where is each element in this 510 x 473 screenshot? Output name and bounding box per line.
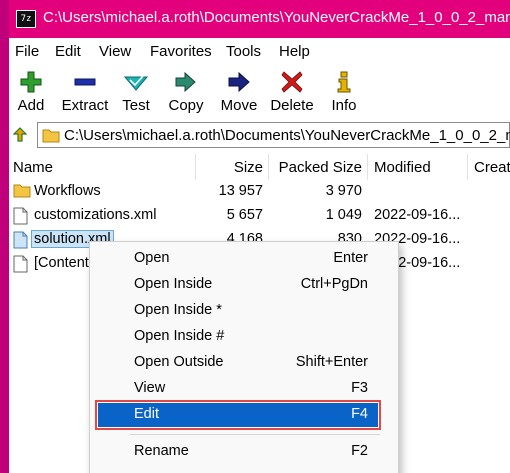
header-size[interactable]: Size [195, 159, 263, 176]
menu-item-shortcut: F4 [351, 406, 368, 422]
path-input[interactable]: C:\Users\michael.a.roth\Documents\YouNev… [37, 122, 510, 148]
copy-arrow-icon [175, 71, 196, 93]
title-bar[interactable]: 7z C:\Users\michael.a.roth\Documents\You… [9, 0, 510, 38]
context-menu: Open Enter Open Inside Ctrl+PgDn Open In… [89, 241, 399, 473]
header-divider[interactable] [367, 154, 368, 180]
menu-item-open-outside[interactable]: Open Outside Shift+Enter [98, 351, 378, 375]
header-divider[interactable] [467, 154, 468, 180]
header-packed-size[interactable]: Packed Size [268, 159, 362, 176]
menu-item-open-inside-star[interactable]: Open Inside * [98, 299, 378, 323]
menu-item-label: Open Outside [134, 354, 224, 370]
info-button[interactable]: Info [327, 68, 361, 120]
menu-help[interactable]: Help [279, 43, 310, 60]
add-button[interactable]: Add [13, 68, 49, 120]
move-button[interactable]: Move [217, 68, 261, 120]
file-icon [13, 255, 28, 273]
menu-item-open-inside[interactable]: Open Inside Ctrl+PgDn [98, 273, 378, 297]
menu-item-open-inside-hash[interactable]: Open Inside # [98, 325, 378, 349]
menu-item-label: Open Inside # [134, 328, 225, 344]
list-item[interactable]: customizations.xml 5 657 1 049 2022-09-1… [9, 204, 510, 228]
up-folder-icon[interactable] [11, 126, 29, 144]
delete-button[interactable]: Delete [267, 68, 317, 120]
menu-item-label: Rename [134, 443, 189, 459]
folder-icon [42, 129, 60, 143]
menu-item-shortcut: Shift+Enter [295, 354, 368, 370]
menu-favorites[interactable]: Favorites [150, 43, 212, 60]
column-headers: Name Size Packed Size Modified Creat [9, 154, 510, 180]
file-size: 13 957 [218, 183, 263, 199]
copy-label: Copy [168, 97, 204, 114]
delete-label: Delete [270, 97, 314, 114]
menu-item-label: Edit [134, 406, 159, 422]
header-name[interactable]: Name [13, 159, 53, 176]
menu-edit[interactable]: Edit [55, 43, 81, 60]
file-icon [13, 207, 28, 225]
header-modified[interactable]: Modified [374, 159, 431, 176]
menu-view[interactable]: View [99, 43, 131, 60]
copy-button[interactable]: Copy [165, 68, 207, 120]
file-packed-size: 1 049 [325, 207, 362, 223]
menu-item-shortcut: Ctrl+PgDn [300, 276, 368, 292]
file-size: 5 657 [226, 207, 263, 223]
background-window-strip [0, 0, 9, 473]
menu-item-view[interactable]: View F3 [98, 377, 378, 401]
menu-file[interactable]: File [15, 43, 39, 60]
menu-item-open[interactable]: Open Enter [98, 247, 378, 271]
file-packed-size: 3 970 [325, 183, 362, 199]
checkmark-icon [124, 75, 148, 91]
menu-item-rename[interactable]: Rename F2 [98, 440, 378, 464]
menu-item-label: View [134, 380, 166, 396]
menu-item-label: Open [134, 250, 170, 266]
delete-x-icon [281, 71, 303, 93]
seven-zip-window: 7z C:\Users\michael.a.roth\Documents\You… [9, 0, 510, 473]
test-button[interactable]: Test [118, 68, 154, 120]
file-name: Workflows [34, 183, 101, 199]
menu-item-label: Open Inside [134, 276, 213, 292]
address-bar: C:\Users\michael.a.roth\Documents\YouNev… [9, 122, 510, 148]
test-label: Test [122, 97, 150, 114]
toolbar: Add Extract Test Copy Move Delete Info [9, 64, 510, 122]
plus-icon [20, 71, 42, 93]
move-label: Move [220, 97, 258, 114]
menu-item-shortcut: F3 [351, 380, 368, 396]
extract-button[interactable]: Extract [58, 68, 112, 120]
move-arrow-icon [228, 71, 250, 93]
info-icon [337, 71, 351, 93]
window-title: C:\Users\michael.a.roth\Documents\YouNev… [43, 9, 510, 26]
menu-item-edit[interactable]: Edit F4 [95, 400, 381, 430]
add-label: Add [17, 97, 45, 114]
file-modified: 2022-09-16... [374, 207, 461, 223]
minus-icon [74, 78, 96, 86]
menu-bar: File Edit View Favorites Tools Help [9, 40, 510, 64]
path-text: C:\Users\michael.a.roth\Documents\YouNev… [64, 127, 510, 144]
list-item[interactable]: Workflows 13 957 3 970 [9, 180, 510, 204]
header-created[interactable]: Creat [474, 159, 510, 176]
menu-item-shortcut: F2 [351, 443, 368, 459]
file-name: [Content [34, 255, 89, 271]
file-name: customizations.xml [34, 207, 157, 223]
app-7z-icon: 7z [16, 10, 36, 28]
file-icon [13, 231, 28, 249]
menu-item-shortcut: Enter [333, 250, 368, 266]
extract-label: Extract [61, 97, 109, 114]
menu-item-label: Open Inside * [134, 302, 222, 318]
menu-separator [130, 434, 380, 435]
info-label: Info [331, 97, 357, 114]
menu-tools[interactable]: Tools [226, 43, 261, 60]
folder-icon [13, 184, 31, 198]
